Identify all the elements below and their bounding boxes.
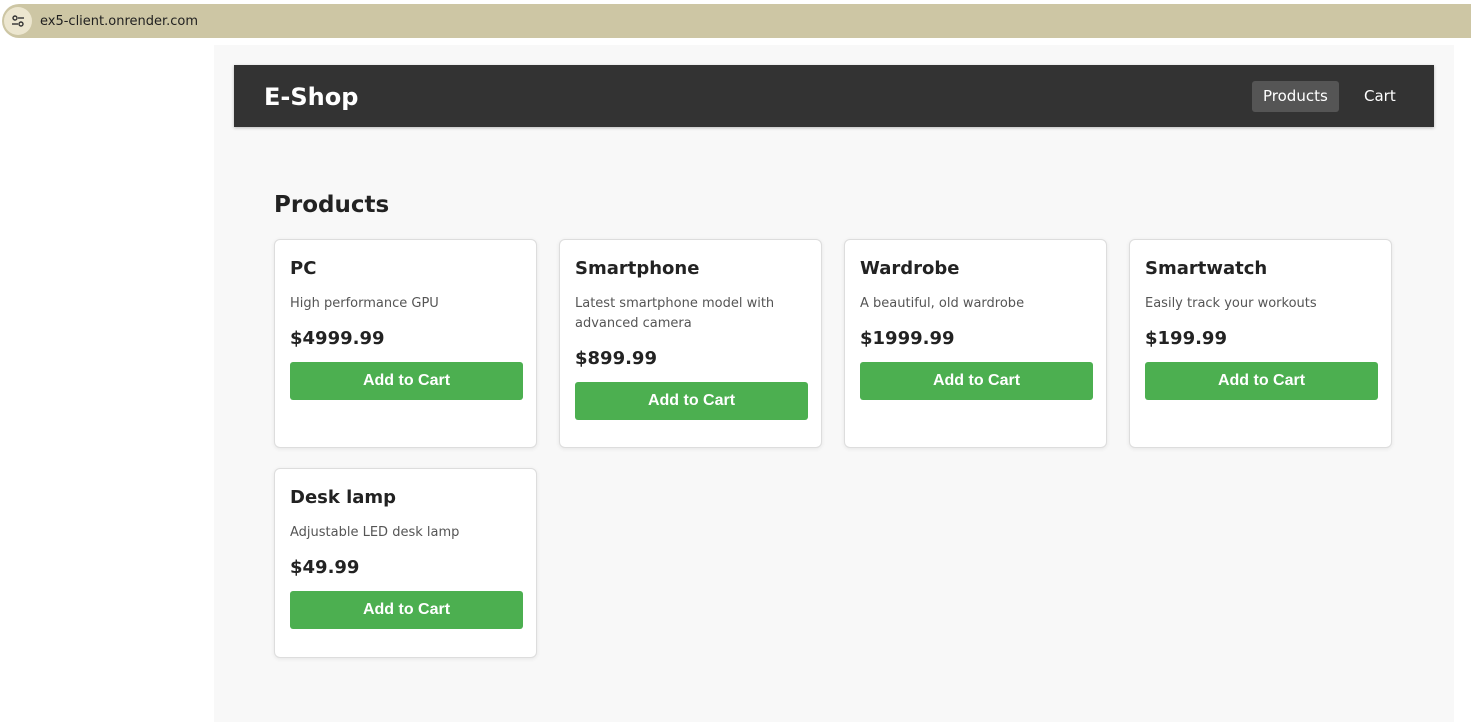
add-to-cart-button[interactable]: Add to Cart bbox=[860, 362, 1093, 400]
product-card: PC High performance GPU $4999.99 Add to … bbox=[274, 239, 537, 448]
add-to-cart-button[interactable]: Add to Cart bbox=[290, 591, 523, 629]
product-description: High performance GPU bbox=[290, 296, 439, 311]
add-to-cart-button[interactable]: Add to Cart bbox=[575, 382, 808, 420]
product-description: Latest smartphone model with advanced ca… bbox=[575, 296, 775, 331]
product-price: $4999.99 bbox=[290, 328, 385, 349]
url-text: ex5-client.onrender.com bbox=[40, 13, 199, 29]
product-card: Wardrobe A beautiful, old wardrobe $1999… bbox=[844, 239, 1107, 448]
navbar: E-Shop Products Cart bbox=[234, 65, 1434, 127]
product-price: $199.99 bbox=[1145, 328, 1227, 349]
product-price: $49.99 bbox=[290, 557, 360, 578]
product-description: A beautiful, old wardrobe bbox=[860, 296, 1025, 311]
product-price: $1999.99 bbox=[860, 328, 955, 349]
nav-link-cart[interactable]: Cart bbox=[1353, 81, 1407, 112]
product-name: Smartphone bbox=[575, 258, 700, 279]
product-description: Easily track your workouts bbox=[1145, 296, 1317, 311]
product-name: Smartwatch bbox=[1145, 258, 1268, 279]
brand-logo[interactable]: E-Shop bbox=[264, 82, 358, 112]
browser-address-bar: ex5-client.onrender.com bbox=[0, 0, 1471, 44]
add-to-cart-button[interactable]: Add to Cart bbox=[290, 362, 523, 400]
product-name: Desk lamp bbox=[290, 487, 397, 508]
product-card: Smartwatch Easily track your workouts $1… bbox=[1129, 239, 1392, 448]
product-price: $899.99 bbox=[575, 348, 657, 369]
tune-icon[interactable] bbox=[4, 7, 32, 35]
product-name: Wardrobe bbox=[860, 258, 960, 279]
nav-link-products[interactable]: Products bbox=[1252, 81, 1339, 112]
url-field[interactable]: ex5-client.onrender.com bbox=[2, 4, 1471, 38]
add-to-cart-button[interactable]: Add to Cart bbox=[1145, 362, 1378, 400]
product-name: PC bbox=[290, 258, 317, 279]
product-card: Desk lamp Adjustable LED desk lamp $49.9… bbox=[274, 468, 537, 658]
product-description: Adjustable LED desk lamp bbox=[290, 525, 460, 540]
product-card: Smartphone Latest smartphone model with … bbox=[559, 239, 822, 448]
page-title: Products bbox=[274, 192, 390, 218]
